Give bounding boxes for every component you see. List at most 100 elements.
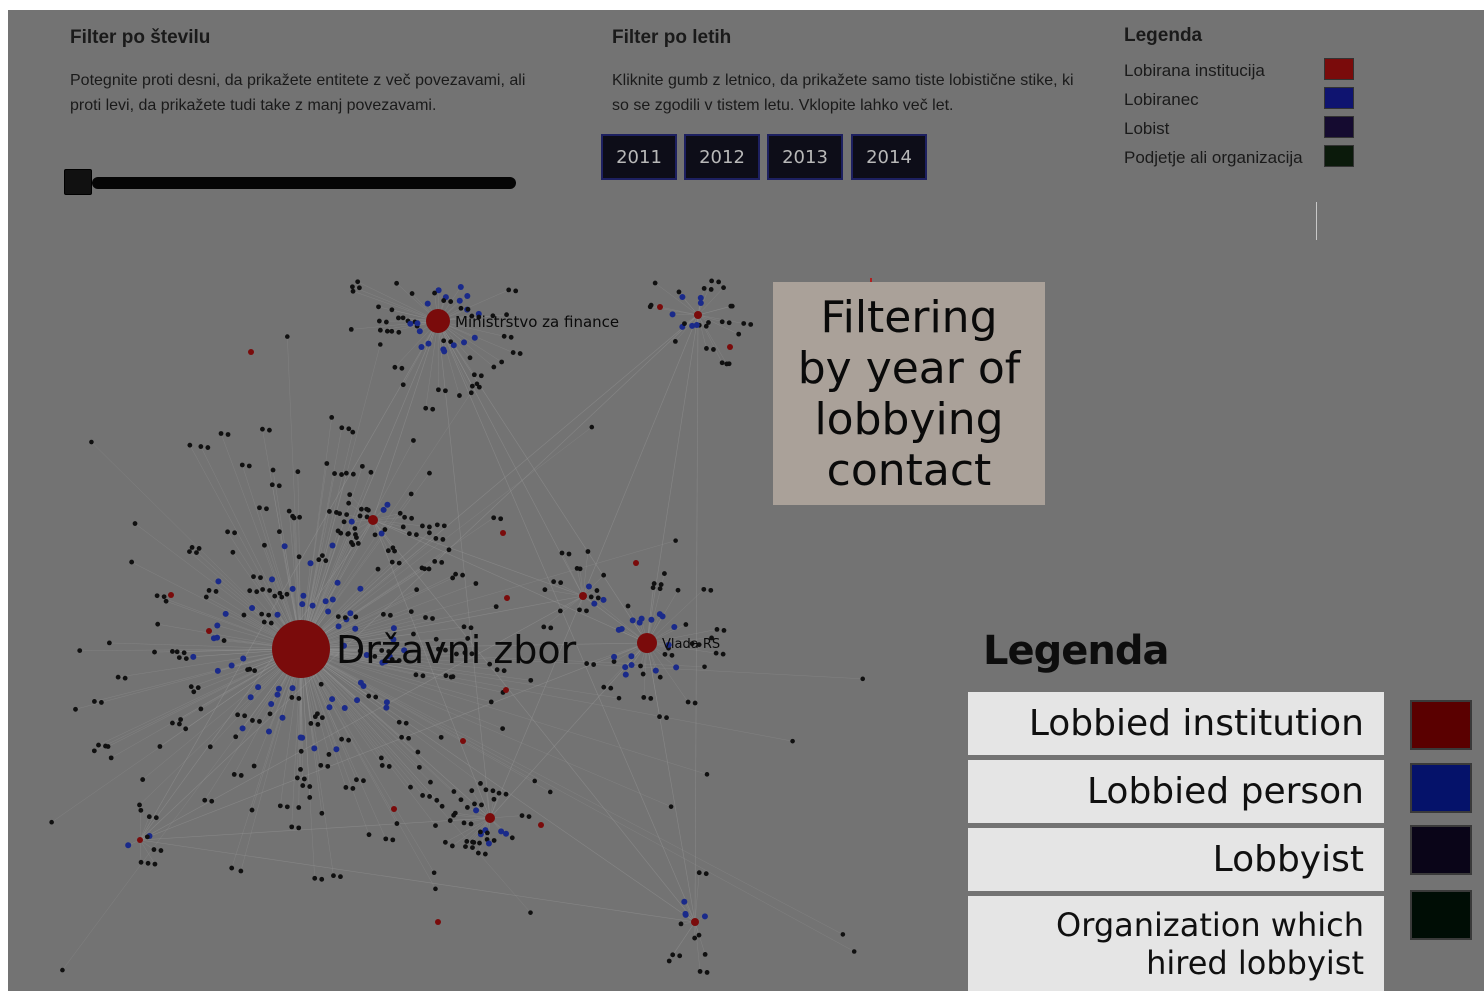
lobbyist-node[interactable] (657, 714, 662, 720)
lobbyist-node[interactable] (413, 672, 419, 678)
lobbyist-node[interactable] (60, 967, 65, 973)
lobbied-person-node[interactable] (325, 608, 332, 615)
lobbyist-node[interactable] (469, 788, 475, 794)
lobbyist-node[interactable] (152, 861, 158, 867)
lobbyist-node[interactable] (195, 685, 201, 691)
lobbied-person-node[interactable] (681, 898, 688, 905)
lobbied-person-node[interactable] (297, 734, 304, 741)
lobbyist-node[interactable] (203, 594, 209, 600)
lobbyist-node[interactable] (324, 461, 330, 466)
lobbyist-node[interactable] (335, 528, 341, 534)
lobbyist-node[interactable] (501, 333, 507, 339)
lobbyist-node[interactable] (272, 593, 278, 599)
lobbyist-node[interactable] (337, 511, 343, 516)
lobbyist-node[interactable] (285, 334, 290, 339)
lobbyist-node[interactable] (442, 839, 448, 845)
lobbyist-node[interactable] (290, 513, 296, 519)
lobbyist-node[interactable] (589, 424, 595, 430)
lobbied-institution-node[interactable] (504, 595, 510, 601)
lobbyist-node[interactable] (557, 608, 563, 614)
lobbyist-node[interactable] (239, 462, 245, 468)
lobbyist-node[interactable] (289, 824, 295, 830)
lobbyist-node[interactable] (77, 648, 83, 654)
lobbied-person-node[interactable] (464, 292, 471, 299)
node-institution[interactable] (368, 515, 378, 525)
lobbyist-node[interactable] (616, 695, 622, 701)
lobbyist-node[interactable] (252, 668, 258, 674)
lobbyist-node[interactable] (307, 784, 313, 789)
lobbyist-node[interactable] (73, 706, 78, 712)
lobbyist-node[interactable] (106, 640, 112, 646)
lobbyist-node[interactable] (433, 886, 438, 892)
lobbyist-node[interactable] (438, 734, 444, 740)
lobbyist-node[interactable] (241, 612, 247, 618)
lobbyist-node[interactable] (420, 793, 425, 798)
lobbyist-node[interactable] (672, 338, 678, 344)
lobbyist-node[interactable] (188, 684, 194, 690)
lobbyist-node[interactable] (196, 546, 202, 551)
lobbyist-node[interactable] (640, 671, 646, 677)
lobbyist-node[interactable] (790, 738, 795, 744)
lobbyist-node[interactable] (400, 524, 406, 530)
lobbyist-node[interactable] (155, 621, 161, 627)
lobbyist-node[interactable] (719, 360, 725, 366)
lobbyist-node[interactable] (400, 315, 406, 321)
lobbyist-node[interactable] (407, 531, 412, 537)
lobbyist-node[interactable] (238, 868, 244, 874)
lobbyist-node[interactable] (364, 506, 370, 512)
lobbyist-node[interactable] (368, 469, 374, 475)
lobbyist-node[interactable] (477, 840, 482, 846)
lobbyist-node[interactable] (467, 355, 473, 361)
lobbied-person-node[interactable] (240, 655, 247, 662)
lobbyist-node[interactable] (267, 427, 272, 433)
lobbyist-node[interactable] (151, 847, 157, 852)
lobbyist-node[interactable] (316, 557, 322, 563)
lobbyist-node[interactable] (389, 328, 395, 334)
lobbyist-node[interactable] (284, 804, 290, 810)
lobbyist-node[interactable] (483, 787, 489, 793)
lobbyist-node[interactable] (468, 821, 474, 827)
lobbyist-node[interactable] (443, 673, 449, 679)
lobbyist-node[interactable] (350, 471, 356, 477)
lobbyist-node[interactable] (122, 675, 128, 681)
lobbyist-node[interactable] (461, 820, 467, 826)
lobbyist-node[interactable] (709, 278, 715, 284)
lobbyist-node[interactable] (318, 681, 324, 687)
lobbied-person-node[interactable] (214, 634, 221, 641)
lobbyist-node[interactable] (355, 541, 361, 546)
lobbyist-node[interactable] (207, 744, 213, 750)
lobbied-person-node[interactable] (682, 910, 689, 917)
lobbied-person-node[interactable] (636, 619, 643, 626)
lobbyist-node[interactable] (491, 364, 497, 370)
lobbyist-node[interactable] (277, 590, 283, 596)
lobbied-person-node[interactable] (299, 601, 306, 608)
lobbyist-node[interactable] (249, 807, 255, 813)
lobbyist-node[interactable] (584, 608, 589, 614)
lobbyist-node[interactable] (457, 393, 462, 398)
lobbyist-node[interactable] (491, 515, 497, 521)
lobbyist-node[interactable] (430, 406, 436, 412)
lobbyist-node[interactable] (231, 772, 237, 777)
lobbyist-node[interactable] (387, 612, 393, 618)
lobbied-person-node[interactable] (334, 579, 341, 586)
lobbyist-node[interactable] (670, 952, 676, 958)
lobbied-person-node[interactable] (265, 728, 272, 735)
lobbyist-node[interactable] (696, 870, 702, 876)
lobbied-person-node[interactable] (450, 342, 457, 349)
lobbyist-node[interactable] (427, 470, 432, 476)
lobbied-person-node[interactable] (648, 616, 655, 623)
lobbyist-node[interactable] (183, 656, 189, 661)
lobbyist-node[interactable] (229, 865, 235, 871)
lobbyist-node[interactable] (414, 587, 420, 593)
lobbyist-node[interactable] (473, 581, 479, 586)
lobbyist-node[interactable] (460, 572, 465, 578)
lobbyist-node[interactable] (267, 711, 273, 717)
lobbyist-node[interactable] (383, 836, 389, 842)
lobbyist-node[interactable] (254, 589, 260, 595)
lobbyist-node[interactable] (49, 819, 54, 825)
lobbyist-node[interactable] (625, 603, 631, 609)
lobbyist-node[interactable] (547, 789, 553, 795)
lobbyist-node[interactable] (353, 614, 359, 620)
lobbyist-node[interactable] (608, 685, 614, 691)
lobbyist-node[interactable] (251, 763, 257, 769)
